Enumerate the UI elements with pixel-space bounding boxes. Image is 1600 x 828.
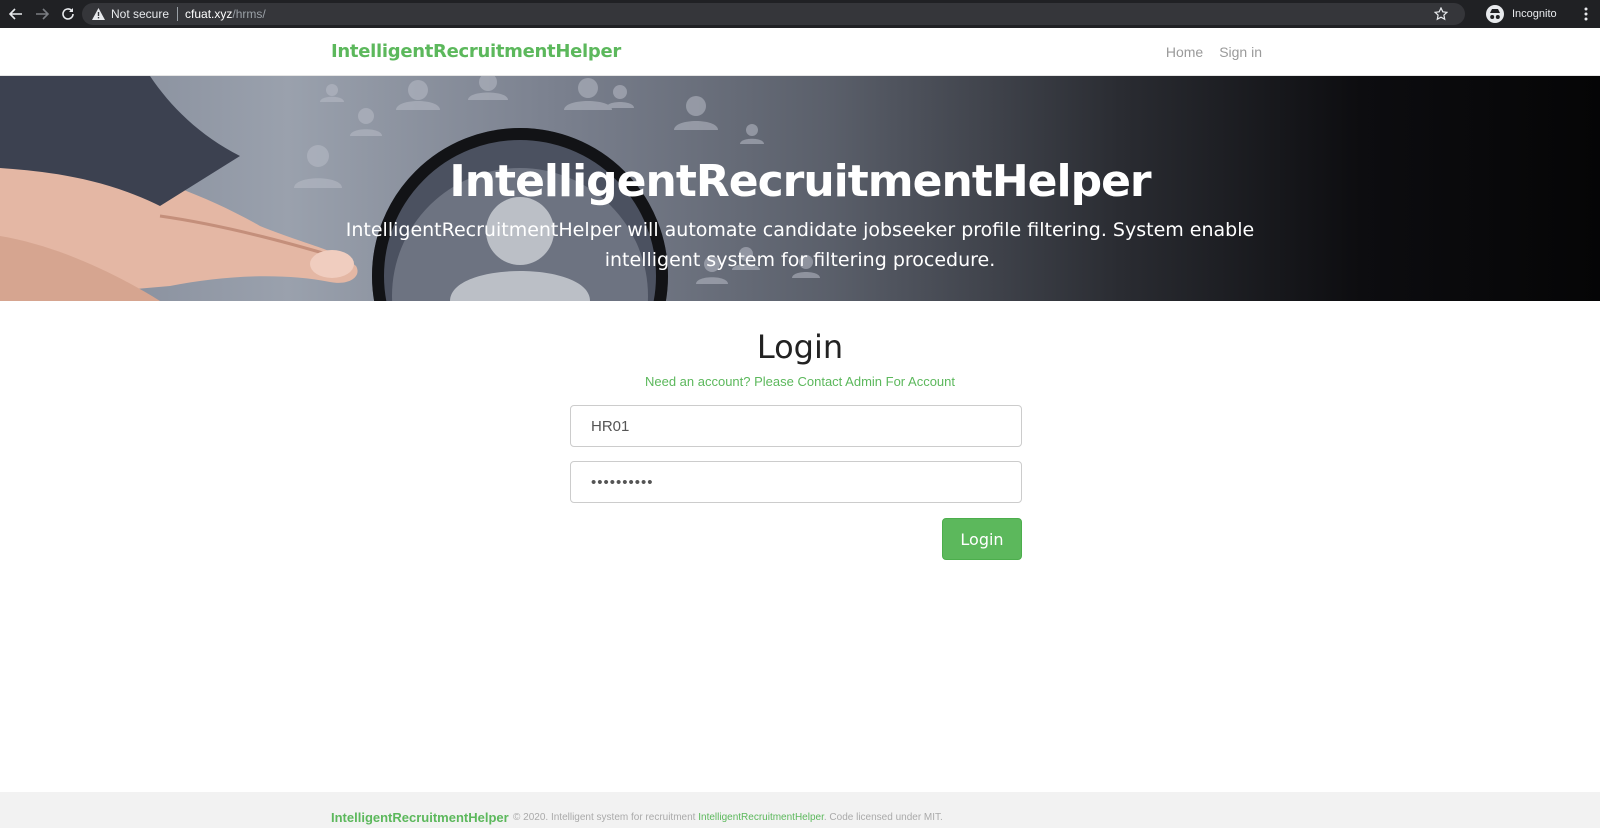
password-field[interactable]	[570, 461, 1022, 503]
hero-title: IntelligentRecruitmentHelper	[449, 156, 1151, 207]
login-title: Login	[756, 328, 844, 366]
url-path[interactable]: /hrms/	[232, 7, 265, 21]
nav-links: Home Sign in	[1166, 44, 1262, 60]
account-help-link[interactable]: Need an account? Please Contact Admin Fo…	[0, 374, 1600, 389]
nav-home-link[interactable]: Home	[1166, 44, 1203, 60]
footer-brand[interactable]: IntelligentRecruitmentHelper	[331, 810, 509, 825]
footer-text-suffix: . Code licensed under MIT.	[823, 812, 943, 823]
hero-banner: IntelligentRecruitmentHelper Intelligent…	[0, 76, 1600, 301]
address-bar[interactable]: Not secure cfuat.xyz /hrms/	[82, 3, 1465, 25]
username-field[interactable]	[570, 405, 1022, 447]
nav-signin-link[interactable]: Sign in	[1219, 44, 1262, 60]
brand-logo[interactable]: IntelligentRecruitmentHelper	[331, 41, 621, 62]
url-host[interactable]: cfuat.xyz	[185, 7, 232, 21]
browser-toolbar: Not secure cfuat.xyz /hrms/ Incognito	[0, 0, 1600, 28]
footer-brand-link[interactable]: IntelligentRecruitmentHelper	[698, 812, 824, 823]
forward-arrow-icon[interactable]	[32, 4, 52, 24]
site-footer: IntelligentRecruitmentHelper © 2020. Int…	[0, 792, 1600, 828]
address-divider	[177, 7, 179, 21]
back-arrow-icon[interactable]	[6, 4, 26, 24]
hero-subtitle: IntelligentRecruitmentHelper will automa…	[345, 219, 1255, 271]
incognito-profile[interactable]: Incognito	[1486, 2, 1557, 26]
incognito-label: Incognito	[1512, 8, 1557, 20]
incognito-icon	[1486, 5, 1504, 23]
footer-copyright: © 2020. Intelligent system for recruitme…	[513, 812, 943, 823]
footer-text-prefix: © 2020. Intelligent system for recruitme…	[513, 812, 699, 823]
warning-icon[interactable]	[91, 7, 105, 21]
reload-icon[interactable]	[58, 4, 78, 24]
kebab-menu-icon[interactable]	[1576, 4, 1596, 24]
site-navbar: IntelligentRecruitmentHelper Home Sign i…	[0, 28, 1600, 76]
login-button[interactable]: Login	[942, 518, 1022, 560]
star-icon[interactable]	[1433, 6, 1449, 22]
security-label[interactable]: Not secure	[111, 7, 169, 21]
